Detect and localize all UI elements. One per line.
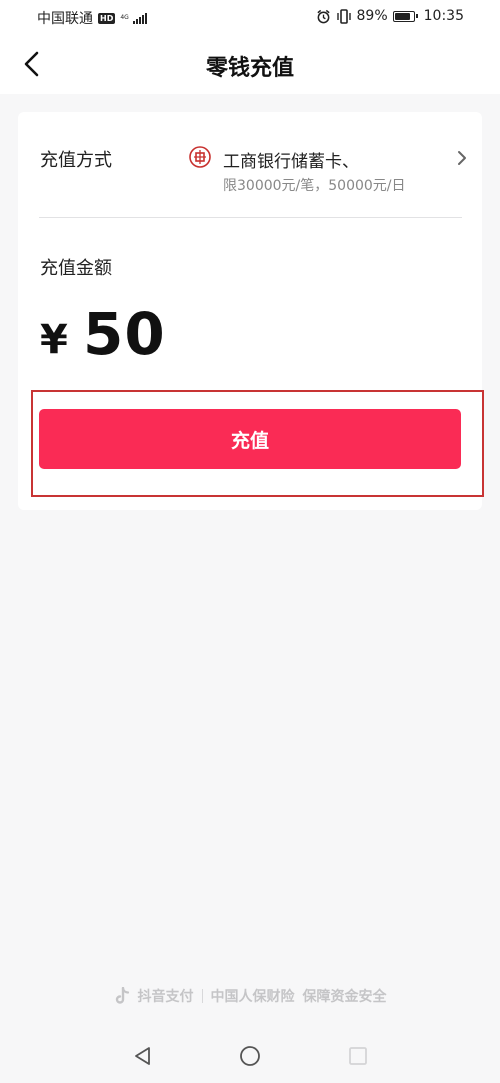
amount-currency: ¥ [40, 317, 68, 363]
network-type: 4G [120, 14, 129, 21]
amount-value[interactable]: 50 [83, 300, 166, 368]
vibrate-icon [336, 8, 351, 24]
status-bar: 中国联通 HD 4G 89% 10:35 [0, 0, 500, 34]
battery-icon [392, 10, 418, 22]
footer-separator [201, 989, 203, 1003]
footer: 抖音支付 中国人保财险 保障资金安全 [0, 985, 500, 1007]
footer-brand: 抖音支付 [137, 989, 194, 1005]
chevron-right-icon[interactable] [454, 148, 470, 168]
status-left: 中国联通 HD 4G [37, 8, 147, 28]
battery-percent: 89% [356, 8, 388, 24]
nav-home-icon[interactable] [239, 1045, 261, 1067]
payment-method-label: 充值方式 [40, 150, 112, 171]
amount-label: 充值金额 [40, 258, 112, 279]
nav-back-icon[interactable] [132, 1045, 154, 1067]
divider [39, 217, 462, 218]
status-right: 89% 10:35 [316, 8, 464, 24]
signal-icon [132, 12, 147, 24]
icbc-bank-icon [189, 146, 211, 168]
recharge-screen: 中国联通 HD 4G 89% 10:35 零钱充值 充值方式 工商银行储蓄卡、 … [0, 0, 500, 1083]
bank-name: 工商银行储蓄卡、 [223, 152, 359, 172]
page-title: 零钱充值 [205, 56, 294, 81]
footer-partner: 中国人保财险 [210, 989, 295, 1005]
carrier-name: 中国联通 [37, 11, 93, 27]
nav-recent-icon[interactable] [347, 1045, 369, 1067]
header: 零钱充值 [0, 34, 500, 94]
alarm-icon [316, 9, 330, 23]
hd-badge: HD [98, 12, 116, 24]
clock: 10:35 [423, 8, 464, 24]
recharge-button[interactable]: 充值 [39, 409, 461, 469]
bank-limit: 限30000元/笔，50000元/日 [223, 178, 406, 194]
footer-guarantee: 保障资金安全 [302, 989, 387, 1005]
navigation-bar [0, 1030, 500, 1083]
tiktok-icon [115, 987, 129, 1004]
